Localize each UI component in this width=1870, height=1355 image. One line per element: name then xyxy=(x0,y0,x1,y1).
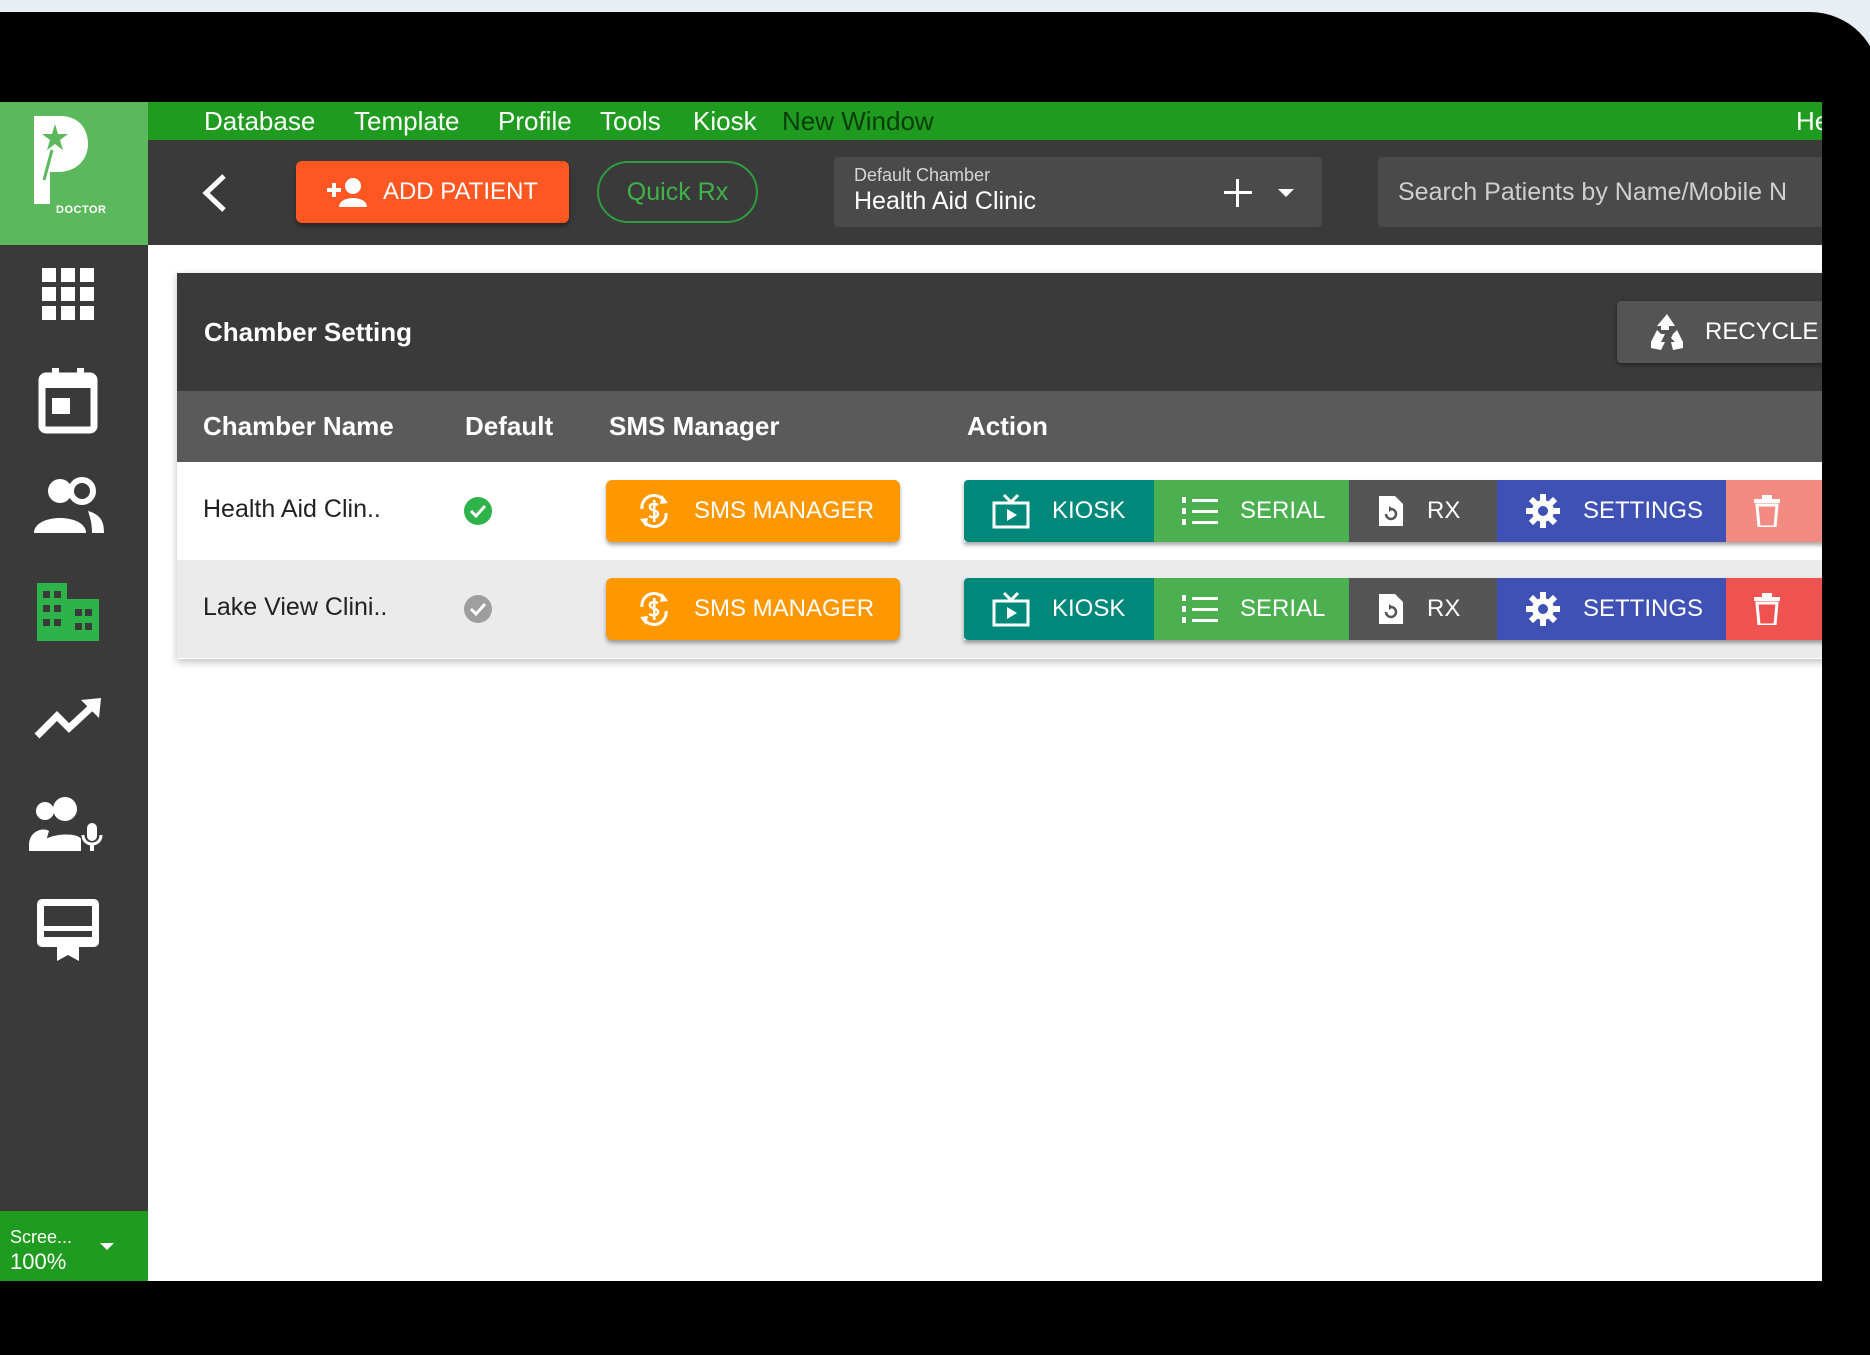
logo-p-icon xyxy=(34,116,88,204)
action-buttons: KIOSK SERIAL RX SETTINGS xyxy=(964,480,1822,542)
default-chamber-select[interactable]: Default Chamber Health Aid Clinic xyxy=(834,157,1322,227)
serial-button[interactable]: SERIAL xyxy=(1154,480,1349,542)
prescription-file-icon xyxy=(1379,496,1403,526)
calendar-icon[interactable] xyxy=(28,360,108,440)
serial-button[interactable]: SERIAL xyxy=(1154,578,1349,640)
card-title: Chamber Setting xyxy=(204,317,413,347)
chamber-building-icon[interactable] xyxy=(28,572,108,652)
card-header: Chamber Setting RECYCLE I xyxy=(177,273,1822,391)
column-header: Chamber Name xyxy=(203,411,394,441)
chevron-left-icon xyxy=(202,174,226,212)
recycle-bin-button[interactable]: RECYCLE I xyxy=(1617,301,1822,363)
settings-label: SETTINGS xyxy=(1583,497,1704,524)
trash-icon xyxy=(1754,495,1780,527)
rx-label: RX xyxy=(1427,595,1461,622)
kiosk-display-icon[interactable] xyxy=(28,890,108,970)
device-frame: DOCTOR Scree... 100% Database Template P… xyxy=(0,12,1870,1355)
app-window: DOCTOR Scree... 100% Database Template P… xyxy=(0,102,1822,1281)
default-check-icon[interactable] xyxy=(463,594,493,624)
settings-button[interactable]: SETTINGS xyxy=(1497,480,1726,542)
chamber-select-label: Default Chamber xyxy=(854,165,991,185)
table-header: Chamber Name Default SMS Manager Action xyxy=(177,391,1822,462)
menu-template[interactable]: Template xyxy=(354,102,460,140)
settings-label: SETTINGS xyxy=(1583,595,1704,622)
kiosk-button[interactable]: KIOSK xyxy=(964,578,1154,640)
assistants-icon[interactable] xyxy=(28,784,108,864)
app-logo[interactable]: DOCTOR xyxy=(0,102,148,245)
chevron-down-icon xyxy=(100,1243,114,1250)
numbered-list-icon xyxy=(1182,497,1218,525)
rx-label: RX xyxy=(1427,497,1461,524)
delete-button[interactable] xyxy=(1726,578,1822,640)
back-button[interactable] xyxy=(192,168,236,218)
kiosk-button[interactable]: KIOSK xyxy=(964,480,1154,542)
add-patient-label: ADD PATIENT xyxy=(382,178,539,205)
table-row: Health Aid Clin.. SMS MANAGER KIOSK SERI… xyxy=(177,462,1822,560)
zoom-label: Scree... xyxy=(10,1227,73,1247)
menu-new-window[interactable]: New Window xyxy=(782,102,934,140)
settings-button[interactable]: SETTINGS xyxy=(1497,578,1726,640)
quick-rx-label: Quick Rx xyxy=(626,177,729,206)
add-patient-button[interactable]: ADD PATIENT xyxy=(296,161,569,223)
sync-dollar-icon xyxy=(640,592,668,626)
chamber-name: Lake View Clini.. xyxy=(203,593,388,621)
sms-manager-button[interactable]: SMS MANAGER xyxy=(606,480,900,542)
toolbar: ADD PATIENT Quick Rx Default Chamber Hea… xyxy=(148,140,1822,245)
serial-label: SERIAL xyxy=(1240,497,1326,524)
screen-zoom-select[interactable]: Scree... 100% xyxy=(0,1211,148,1281)
menu-kiosk[interactable]: Kiosk xyxy=(693,102,757,140)
serial-label: SERIAL xyxy=(1240,595,1326,622)
menu-tools[interactable]: Tools xyxy=(600,102,661,140)
recycle-icon xyxy=(1651,314,1683,350)
delete-button[interactable] xyxy=(1726,480,1822,542)
kiosk-label: KIOSK xyxy=(1052,595,1126,622)
action-buttons: KIOSK SERIAL RX SETTINGS xyxy=(964,578,1822,640)
search-patients-input[interactable] xyxy=(1378,157,1822,227)
menu-database[interactable]: Database xyxy=(204,102,315,140)
numbered-list-icon xyxy=(1182,595,1218,623)
menu-bar: Database Template Profile Tools Kiosk Ne… xyxy=(148,102,1822,140)
tv-play-icon xyxy=(992,493,1030,529)
sms-manager-button[interactable]: SMS MANAGER xyxy=(606,578,900,640)
trash-icon xyxy=(1754,593,1780,625)
chamber-select-value: Health Aid Clinic xyxy=(854,187,1037,215)
logo-text: DOCTOR xyxy=(56,204,107,216)
table-row: Lake View Clini.. SMS MANAGER KIOSK SERI… xyxy=(177,560,1822,658)
dashboard-grid-icon[interactable] xyxy=(28,254,108,334)
add-person-icon xyxy=(326,178,367,207)
gear-icon xyxy=(1526,494,1560,528)
menu-profile[interactable]: Profile xyxy=(498,102,572,140)
sidebar: DOCTOR Scree... 100% xyxy=(0,102,148,1281)
plus-icon[interactable] xyxy=(1218,173,1258,213)
column-header: Action xyxy=(967,411,1048,441)
chevron-down-icon[interactable] xyxy=(1278,189,1294,197)
patients-icon[interactable] xyxy=(28,466,108,546)
sms-manager-label: SMS MANAGER xyxy=(694,497,875,524)
tv-play-icon xyxy=(992,591,1030,627)
column-header: SMS Manager xyxy=(609,411,780,441)
prescription-file-icon xyxy=(1379,594,1403,624)
chamber-name: Health Aid Clin.. xyxy=(203,495,381,523)
sync-dollar-icon xyxy=(640,494,668,528)
default-check-icon[interactable] xyxy=(463,496,493,526)
rx-button[interactable]: RX xyxy=(1349,578,1497,640)
column-header: Default xyxy=(465,411,554,441)
zoom-value: 100% xyxy=(10,1249,67,1274)
trending-chart-icon[interactable] xyxy=(28,678,108,758)
gear-icon xyxy=(1526,592,1560,626)
menu-help[interactable]: He xyxy=(1796,102,1822,140)
chamber-setting-card: Chamber Setting RECYCLE I Chamber Name D… xyxy=(177,273,1822,659)
rx-button[interactable]: RX xyxy=(1349,480,1497,542)
recycle-label: RECYCLE I xyxy=(1705,318,1822,345)
sms-manager-label: SMS MANAGER xyxy=(694,595,875,622)
kiosk-label: KIOSK xyxy=(1052,497,1126,524)
quick-rx-button[interactable]: Quick Rx xyxy=(597,161,758,223)
